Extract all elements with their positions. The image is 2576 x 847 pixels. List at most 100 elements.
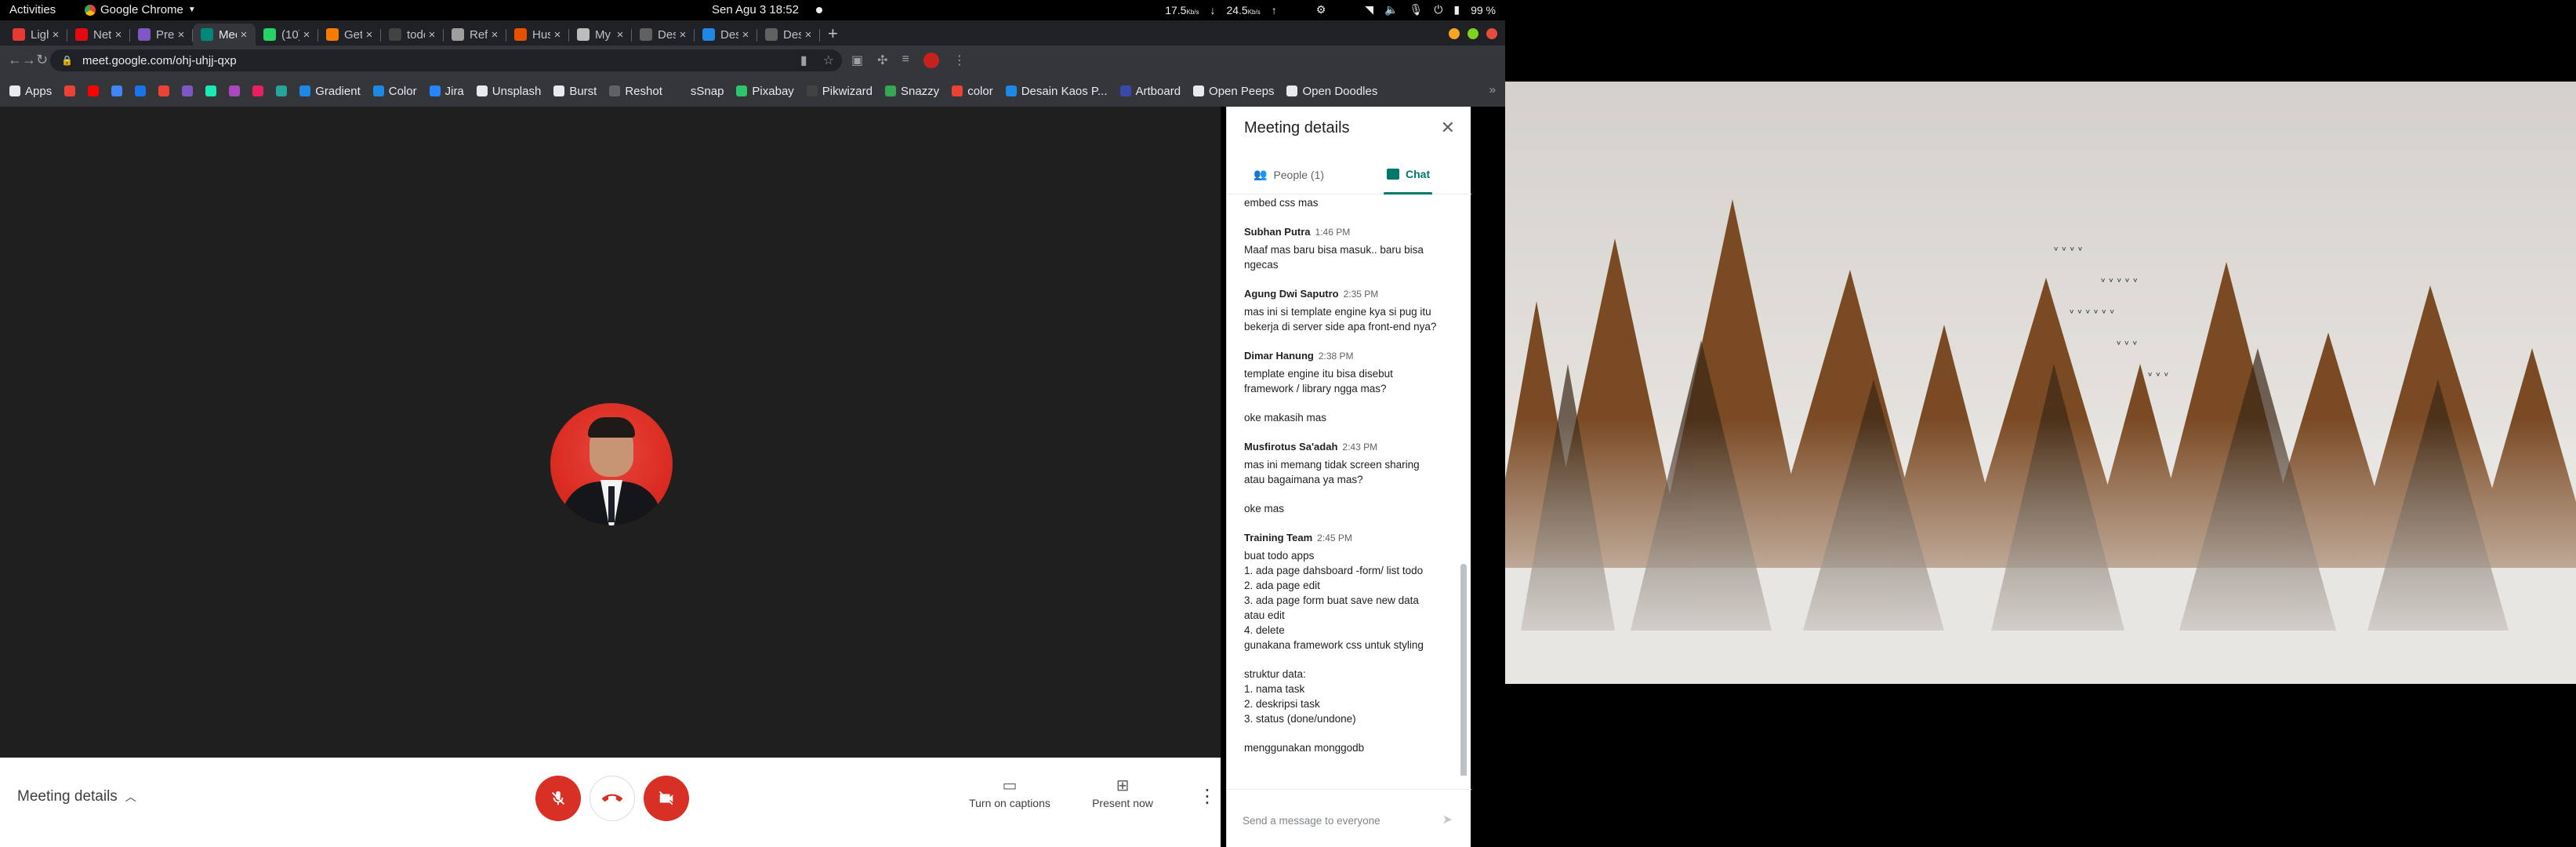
minimize-button[interactable] — [1449, 28, 1460, 39]
browser-tab[interactable]: Getting St× — [318, 24, 381, 45]
bookmark-item[interactable]: Pikwizard — [804, 85, 876, 98]
hangup-button[interactable] — [590, 776, 635, 821]
close-tab-icon[interactable]: × — [550, 28, 564, 42]
browser-tab[interactable]: Desain Ka× — [632, 24, 695, 45]
chat-text: 4. delete — [1244, 624, 1285, 636]
chat-message-input[interactable] — [1243, 812, 1431, 829]
bookmark-item[interactable]: Open Peeps — [1190, 85, 1277, 98]
tab-chat[interactable]: Chat — [1387, 168, 1430, 180]
browser-tab[interactable]: Desain Ka× — [695, 24, 757, 45]
address-bar[interactable]: 🔒 meet.google.com/ohj-uhjj-qxp ▮ ☆ — [50, 49, 842, 71]
clock[interactable]: Sen Agu 3 18:52 — [712, 3, 822, 16]
more-options-icon[interactable]: ⋮ — [1198, 787, 1217, 806]
activities-button[interactable]: Activities — [9, 3, 56, 16]
bookmark-item[interactable]: Snazzy — [882, 85, 942, 98]
meeting-details-button[interactable]: Meeting details ︿ — [17, 788, 136, 805]
close-tab-icon[interactable]: × — [299, 28, 314, 42]
close-tab-icon[interactable]: × — [738, 28, 753, 42]
profile-avatar[interactable] — [923, 53, 939, 68]
bookmark-item[interactable]: Pixabay — [733, 85, 796, 98]
bookmark-item[interactable] — [202, 85, 220, 96]
bookmark-item[interactable]: sSnap — [672, 85, 727, 98]
close-tab-icon[interactable]: × — [49, 28, 63, 42]
captions-button[interactable]: ▭ Turn on captions — [964, 775, 1055, 809]
browser-tab[interactable]: Presensi K× — [130, 24, 193, 45]
bookmark-item[interactable] — [226, 85, 243, 96]
more-bookmarks-icon[interactable]: » — [1489, 83, 1496, 96]
bookmark-item[interactable]: Jira — [426, 85, 467, 98]
bookmark-item[interactable]: color — [949, 85, 996, 98]
camera-off-button[interactable] — [644, 776, 689, 821]
close-tab-icon[interactable]: × — [801, 28, 815, 42]
close-tab-icon[interactable]: × — [676, 28, 690, 42]
extension-icon[interactable]: ▣ — [851, 53, 863, 68]
close-tab-icon[interactable]: × — [488, 28, 502, 42]
present-now-button[interactable]: ⊞ Present now — [1083, 775, 1162, 809]
bookmark-item[interactable] — [273, 85, 290, 96]
close-tab-icon[interactable]: × — [362, 28, 376, 42]
mic-off-button[interactable] — [535, 776, 581, 821]
bookmark-item[interactable]: Artboard — [1117, 85, 1185, 98]
bookmark-item[interactable] — [249, 85, 267, 96]
close-tab-icon[interactable]: × — [237, 28, 251, 42]
bookmark-favicon-icon — [182, 85, 194, 96]
camera-indicator-icon[interactable]: ▮ — [800, 53, 807, 68]
bookmark-item[interactable] — [132, 85, 149, 96]
system-tray[interactable]: 17.5Kb/s ↓ 24.5Kb/s ↑ ⚙ ◥ 🔈 🎙 ⏻ ▮ 99 % — [1165, 3, 1496, 16]
bookmark-item[interactable]: Open Doodles — [1283, 85, 1381, 98]
forward-arrow-icon[interactable]: → — [22, 52, 36, 68]
bookmark-item[interactable] — [179, 85, 196, 96]
chat-scrollbar[interactable] — [1460, 564, 1467, 776]
bookmark-item[interactable]: Burst — [550, 85, 600, 98]
browser-tab[interactable]: Light Mus× — [5, 24, 67, 45]
chat-message: embed css mas — [1244, 195, 1442, 210]
close-tab-icon[interactable]: × — [613, 28, 627, 42]
bookmark-star-icon[interactable]: ☆ — [823, 53, 834, 68]
back-arrow-icon[interactable]: ← — [8, 52, 22, 68]
close-icon[interactable]: ✕ — [1441, 118, 1455, 138]
media-icon[interactable]: ≡ — [902, 53, 909, 68]
bookmark-item[interactable]: Apps — [6, 85, 55, 98]
bookmark-item[interactable]: Gradient — [296, 85, 364, 98]
panel-tabs: 👥 People (1) Chat — [1227, 160, 1471, 194]
bookmark-item[interactable] — [85, 85, 102, 96]
chrome-menu-icon[interactable]: ⋮ — [953, 53, 966, 68]
chat-message-list[interactable]: embed css mas Subhan Putra 1:46 PM Maaf mas… — [1227, 195, 1471, 776]
browser-tab[interactable]: My Site co× — [569, 24, 632, 45]
bookmark-item[interactable] — [155, 85, 172, 96]
browser-tab[interactable]: todo expre× — [381, 24, 444, 45]
bookmark-item[interactable]: Color — [370, 85, 420, 98]
chat-text: buat todo apps — [1244, 550, 1315, 562]
browser-tab[interactable]: Refactory× — [444, 24, 506, 45]
close-tab-icon[interactable]: × — [111, 28, 125, 42]
browser-tab[interactable]: Meet -× — [193, 24, 256, 45]
browser-tab-title: Refactory — [470, 27, 488, 42]
bookmark-label: Desain Kaos P... — [1021, 84, 1108, 98]
bookmark-item[interactable]: Unsplash — [473, 85, 545, 98]
bookmark-item[interactable]: Reshot — [606, 85, 666, 98]
arrow-down-icon: ↓ — [1210, 3, 1216, 16]
bookmark-item[interactable] — [61, 85, 78, 96]
bookmark-item[interactable] — [108, 85, 125, 96]
maximize-button[interactable] — [1468, 28, 1478, 39]
chat-text: struktur data: — [1244, 668, 1306, 680]
browser-tab-title: Meet - — [219, 27, 237, 42]
svg-text:ᵛ ᵛ ᵛ ᵛ: ᵛ ᵛ ᵛ ᵛ — [2054, 245, 2083, 257]
tab-people[interactable]: 👥 People (1) — [1254, 168, 1324, 181]
chevron-down-icon: ▼ — [187, 5, 196, 14]
bookmark-item[interactable]: Desain Kaos P... — [1003, 85, 1111, 98]
send-icon[interactable]: ➤ — [1442, 812, 1453, 827]
new-tab-plus-icon[interactable]: + — [828, 25, 838, 42]
browser-tab[interactable]: Netflix× — [67, 24, 130, 45]
browser-tab[interactable]: (10) What× — [256, 24, 318, 45]
close-tab-icon[interactable]: × — [425, 28, 439, 42]
browser-tab[interactable]: Desain Ka× — [757, 24, 820, 45]
close-window-button[interactable] — [1486, 28, 1497, 39]
reload-icon[interactable]: ↻ — [36, 52, 48, 68]
puzzle-icon[interactable]: ✣ — [877, 53, 887, 68]
browser-tab-title: Presensi K — [156, 27, 174, 42]
close-tab-icon[interactable]: × — [174, 28, 188, 42]
participant-avatar — [550, 403, 673, 525]
app-menu[interactable]: Google Chrome ▼ — [85, 3, 196, 16]
browser-tab[interactable]: Husen Efe× — [506, 24, 569, 45]
